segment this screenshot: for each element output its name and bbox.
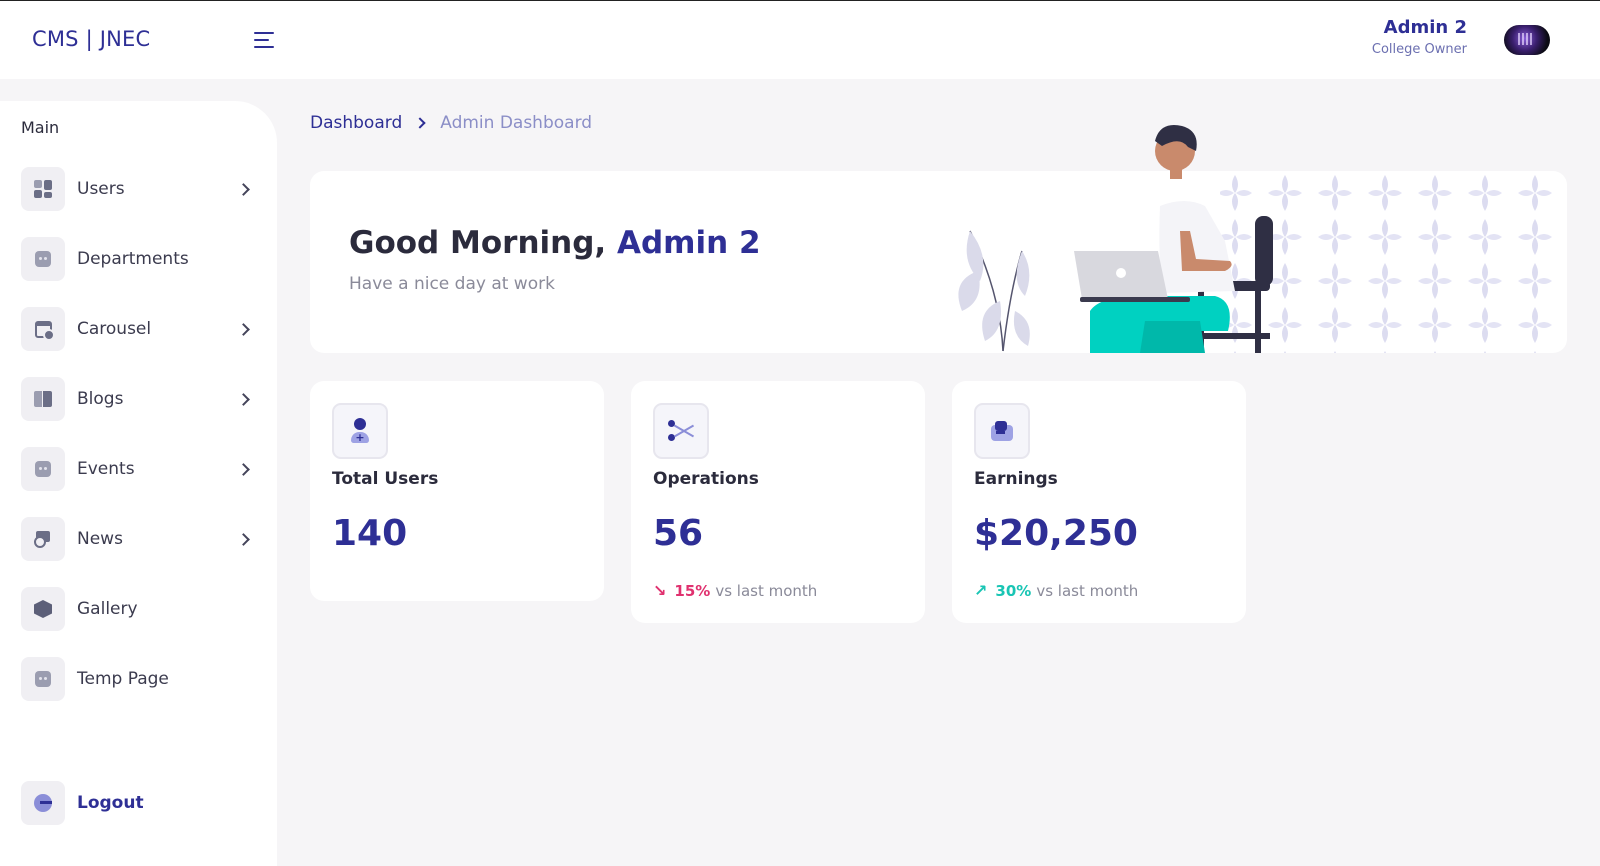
sidebar-item-label: Users [77, 179, 125, 199]
arrow-down-right-icon: ↘ [653, 581, 667, 600]
breadcrumb-dashboard-link[interactable]: Dashboard [310, 113, 402, 133]
grid-icon [21, 167, 65, 211]
sidebar-item-gallery[interactable]: Gallery [21, 586, 256, 632]
logout-label: Logout [77, 793, 144, 813]
stat-trend: ↗ 30% vs last month [974, 581, 1138, 600]
trend-percent: 30% [995, 581, 1032, 600]
stat-value: $20,250 [974, 513, 1138, 554]
welcome-subtitle: Have a nice day at work [349, 274, 555, 294]
stat-card-earnings: Earnings $20,250 ↗ 30% vs last month [952, 381, 1246, 623]
placeholder-icon [21, 237, 65, 281]
sidebar-item-events[interactable]: Events [21, 446, 256, 492]
operations-icon [653, 403, 709, 459]
chevron-right-icon [237, 322, 250, 336]
trend-percent: 15% [674, 581, 711, 600]
box-icon [21, 587, 65, 631]
chevron-right-icon [414, 117, 426, 129]
sidebar-item-label: Carousel [77, 319, 152, 339]
chevron-right-icon [237, 392, 250, 406]
chevron-right-icon [237, 182, 250, 196]
user-add-icon [332, 403, 388, 459]
sidebar-item-news[interactable]: News [21, 516, 256, 562]
breadcrumb-current: Admin Dashboard [440, 113, 593, 133]
sidebar-heading: Main [21, 118, 60, 137]
arrow-up-right-icon: ↗ [974, 581, 988, 600]
sidebar-item-temp-page[interactable]: Temp Page [21, 656, 256, 702]
avatar[interactable] [1504, 25, 1550, 55]
breadcrumb: Dashboard Admin Dashboard [310, 113, 592, 133]
chevron-right-icon [237, 532, 250, 546]
welcome-greeting: Good Morning, Admin 2 [349, 225, 761, 261]
sidebar-item-departments[interactable]: Departments [21, 236, 256, 282]
brand-logo[interactable]: CMS | JNEC [32, 27, 150, 51]
greeting-user-name: Admin 2 [617, 225, 761, 261]
welcome-illustration [958, 125, 1567, 353]
welcome-banner: Good Morning, Admin 2 Have a nice day at… [310, 125, 1567, 353]
stat-value: 56 [653, 513, 704, 554]
sidebar-item-users[interactable]: Users [21, 166, 256, 212]
top-bar: CMS | JNEC Admin 2 College Owner [0, 0, 1600, 79]
logout-icon [21, 781, 65, 825]
user-info[interactable]: Admin 2 College Owner [1372, 17, 1467, 57]
placeholder-icon [21, 657, 65, 701]
trend-text: vs last month [1036, 581, 1139, 600]
sidebar-item-label: Temp Page [77, 669, 169, 689]
stat-label: Earnings [974, 469, 1058, 489]
stat-value: 140 [332, 513, 408, 554]
sidebar-item-label: Gallery [77, 599, 138, 619]
sidebar-item-label: Events [77, 459, 135, 479]
greeting-text: Good Morning, [349, 225, 607, 261]
sidebar-item-label: Departments [77, 249, 189, 269]
sidebar: Main Users Departments Carousel Blogs Ev… [0, 101, 277, 866]
menu-toggle-icon[interactable] [254, 32, 276, 52]
placeholder-icon [21, 447, 65, 491]
user-role: College Owner [1371, 42, 1467, 57]
stat-label: Operations [653, 469, 759, 489]
sidebar-item-label: News [77, 529, 123, 549]
calendar-icon [21, 307, 65, 351]
sidebar-item-blogs[interactable]: Blogs [21, 376, 256, 422]
wallet-icon [974, 403, 1030, 459]
news-icon [21, 517, 65, 561]
trend-text: vs last month [715, 581, 818, 600]
user-name: Admin 2 [1383, 17, 1467, 38]
logout-button[interactable]: Logout [21, 780, 256, 826]
chevron-right-icon [237, 462, 250, 476]
sidebar-item-carousel[interactable]: Carousel [21, 306, 256, 352]
stat-trend: ↘ 15% vs last month [653, 581, 817, 600]
sidebar-item-label: Blogs [77, 389, 124, 409]
stat-label: Total Users [332, 469, 439, 489]
book-icon [21, 377, 65, 421]
stat-card-total-users: Total Users 140 [310, 381, 604, 601]
stat-card-operations: Operations 56 ↘ 15% vs last month [631, 381, 925, 623]
